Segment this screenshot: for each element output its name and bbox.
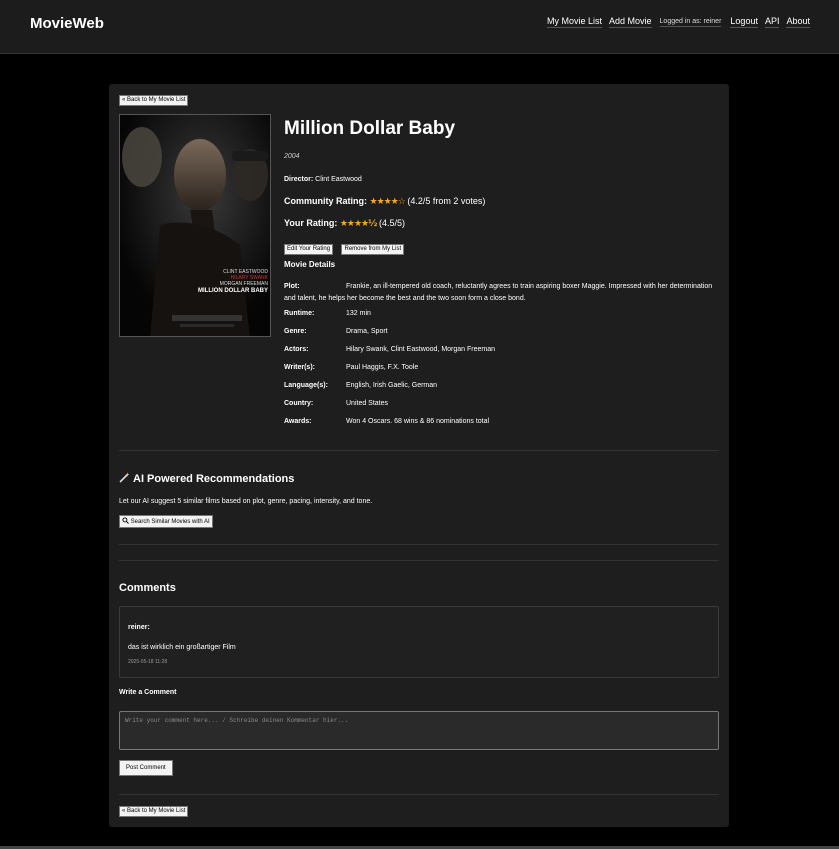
- writers-value: Paul Haggis, F.X. Toole: [346, 364, 419, 371]
- logged-in-status: Logged in as: reiner: [659, 17, 722, 27]
- community-rating: Community Rating: ★★★★☆ (4.2/5 from 2 vo…: [284, 196, 485, 207]
- runtime-value: 132 min: [346, 310, 371, 317]
- write-comment-heading: Write a Comment: [119, 689, 177, 696]
- genre-label: Genre:: [284, 328, 307, 335]
- community-rating-stars: ★★★★☆: [369, 197, 406, 207]
- your-rating-label: Your Rating:: [284, 218, 338, 228]
- your-rating-text: (4.5/5): [378, 218, 405, 228]
- poster-title: MILLION DOLLAR BABY: [198, 288, 268, 294]
- detail-row-runtime: Runtime: 132 min: [284, 308, 719, 320]
- detail-row-writers: Writer(s): Paul Haggis, F.X. Toole: [284, 362, 719, 374]
- community-rating-text: (4.2/5 from 2 votes): [407, 196, 486, 206]
- detail-row-genre: Genre: Drama, Sport: [284, 326, 719, 338]
- writers-label: Writer(s):: [284, 364, 315, 371]
- main-nav: My Movie List Add Movie Logged in as: re…: [540, 16, 810, 28]
- post-comment-button[interactable]: Post Comment: [119, 760, 173, 776]
- country-label: Country:: [284, 400, 314, 407]
- movie-year: 2004: [284, 153, 300, 160]
- awards-label: Awards:: [284, 418, 312, 425]
- ai-search-button-label: Search Similar Movies with AI: [130, 519, 210, 525]
- nav-api[interactable]: API: [764, 16, 780, 28]
- nav-add-movie[interactable]: Add Movie: [609, 16, 652, 28]
- comments-heading: Comments: [119, 582, 176, 594]
- nav-my-movie-list[interactable]: My Movie List: [546, 16, 602, 28]
- language-value: English, Irish Gaelic, German: [346, 382, 438, 389]
- director-name: Clint Eastwood: [315, 176, 362, 183]
- divider: [119, 544, 719, 545]
- ai-search-button[interactable]: Search Similar Movies with AI: [119, 515, 213, 528]
- actors-label: Actors:: [284, 346, 309, 353]
- detail-row-awards: Awards: Won 4 Oscars. 68 wins & 86 nomin…: [284, 416, 719, 428]
- actors-value: Hilary Swank, Clint Eastwood, Morgan Fre…: [346, 346, 496, 353]
- movie-details-heading: Movie Details: [284, 260, 336, 269]
- runtime-label: Runtime:: [284, 310, 315, 317]
- director-label: Director:: [284, 176, 314, 183]
- language-label: Language(s):: [284, 382, 328, 389]
- comment-item: reiner: das ist wirklich ein großartiger…: [119, 606, 719, 678]
- divider: [119, 450, 719, 451]
- movie-poster: CLINT EASTWOOD HILARY SWANK MORGAN FREEM…: [119, 114, 271, 337]
- plot-value: Frankie, an ill-tempered old coach, relu…: [284, 283, 713, 302]
- remove-from-list-button[interactable]: Remove from My List: [341, 244, 405, 255]
- top-navbar: MovieWeb My Movie List Add Movie Logged …: [0, 0, 839, 54]
- search-icon: [122, 517, 129, 524]
- country-value: United States: [346, 400, 389, 407]
- detail-row-plot: Plot: Frankie, an ill-tempered old coach,…: [284, 281, 719, 305]
- divider: [119, 560, 719, 561]
- detail-row-country: Country: United States: [284, 398, 719, 410]
- edit-rating-button[interactable]: Edit Your Rating: [284, 244, 334, 255]
- genre-value: Drama, Sport: [346, 328, 388, 335]
- nav-about[interactable]: About: [786, 16, 810, 28]
- movie-details: Plot: Frankie, an ill-tempered old coach,…: [284, 281, 719, 434]
- your-rating-stars: ★★★★½: [339, 219, 378, 229]
- movie-title: Million Dollar Baby: [284, 118, 456, 139]
- plot-label: Plot:: [284, 283, 300, 290]
- ai-title-text: AI Powered Recommendations: [133, 473, 295, 485]
- back-to-list-button[interactable]: « Back to My Movie List: [119, 95, 189, 106]
- comment-text: das ist wirklich ein großartiger Film: [128, 644, 236, 651]
- ai-description: Let our AI suggest 5 similar films based…: [119, 498, 373, 505]
- your-rating: Your Rating: ★★★★½ (4.5/5): [284, 218, 405, 229]
- poster-image: CLINT EASTWOOD HILARY SWANK MORGAN FREEM…: [120, 115, 270, 336]
- detail-row-language: Language(s): English, Irish Gaelic, Germ…: [284, 380, 719, 392]
- community-rating-label: Community Rating:: [284, 196, 367, 206]
- movie-detail-card: « Back to My Movie List CLINT EASTWOOD H…: [109, 84, 729, 827]
- ai-recommendations-heading: AI Powered Recommendations: [119, 472, 294, 485]
- rating-actions: Edit Your Rating Remove from My List: [284, 237, 408, 255]
- magic-wand-icon: [119, 472, 130, 483]
- detail-row-actors: Actors: Hilary Swank, Clint Eastwood, Mo…: [284, 344, 719, 356]
- nav-logout[interactable]: Logout: [730, 16, 758, 28]
- movie-director: Director: Clint Eastwood: [284, 176, 362, 183]
- comment-author: reiner:: [128, 624, 150, 631]
- back-to-list-button[interactable]: « Back to My Movie List: [119, 806, 189, 817]
- comment-textarea[interactable]: [119, 711, 719, 750]
- divider: [119, 794, 719, 795]
- awards-value: Won 4 Oscars. 68 wins & 86 nominations t…: [346, 418, 490, 425]
- comment-timestamp: 2025-05-18 11:28: [128, 659, 168, 665]
- brand-logo[interactable]: MovieWeb: [30, 15, 104, 32]
- poster-credit-3: MORGAN FREEMAN: [220, 281, 269, 287]
